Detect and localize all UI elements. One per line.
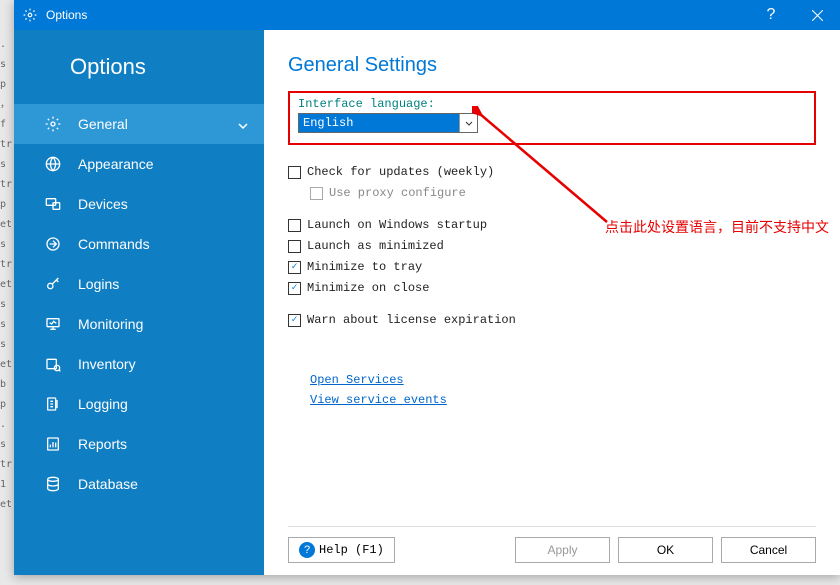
check-label: Minimize to tray	[307, 260, 422, 274]
sidebar-item-reports[interactable]: Reports	[14, 424, 264, 464]
ok-button[interactable]: OK	[618, 537, 713, 563]
checkbox-icon	[288, 240, 301, 253]
sidebar-item-monitoring[interactable]: Monitoring	[14, 304, 264, 344]
view-events-link[interactable]: View service events	[310, 393, 816, 407]
check-label: Minimize on close	[307, 281, 429, 295]
key-icon	[44, 275, 62, 293]
help-titlebar-button[interactable]: ?	[748, 0, 794, 30]
checkboxes-group-3: ✓ Warn about license expiration	[288, 313, 816, 327]
chevron-down-icon	[238, 116, 248, 132]
check-tray[interactable]: ✓ Minimize to tray	[288, 260, 816, 274]
checkboxes-group-1: Check for updates (weekly) Use proxy con…	[288, 165, 816, 200]
sidebar-item-logins[interactable]: Logins	[14, 264, 264, 304]
sidebar-item-label: Logging	[78, 396, 128, 412]
sidebar-item-devices[interactable]: Devices	[14, 184, 264, 224]
sidebar-item-label: Logins	[78, 276, 119, 292]
gear-icon	[44, 115, 62, 133]
sidebar-item-label: Appearance	[78, 156, 154, 172]
help-icon: ?	[299, 542, 315, 558]
sidebar-item-label: Commands	[78, 236, 150, 252]
help-label: Help (F1)	[319, 543, 384, 557]
options-window: Options ? Options General Appearance Dev…	[14, 0, 840, 575]
help-button[interactable]: ? Help (F1)	[288, 537, 395, 563]
language-highlight-box: Interface language: English	[288, 91, 816, 145]
check-label: Launch on Windows startup	[307, 218, 487, 232]
sidebar-item-database[interactable]: Database	[14, 464, 264, 504]
monitor-icon	[44, 315, 62, 333]
devices-icon	[44, 195, 62, 213]
close-button[interactable]	[794, 0, 840, 30]
sidebar: Options General Appearance Devices Comma…	[14, 30, 264, 575]
titlebar-title: Options	[46, 8, 748, 22]
sidebar-item-label: General	[78, 116, 128, 132]
sidebar-item-label: Monitoring	[78, 316, 143, 332]
commands-icon	[44, 235, 62, 253]
background-partial-text: .sp，ftrstrpetstretsssetbp.str1et	[0, 35, 14, 515]
checkbox-checked-icon: ✓	[288, 314, 301, 327]
app-icon	[22, 7, 38, 23]
check-updates[interactable]: Check for updates (weekly)	[288, 165, 816, 179]
open-services-link[interactable]: Open Services	[310, 373, 816, 387]
page-title: General Settings	[288, 54, 816, 77]
database-icon	[44, 475, 62, 493]
check-label: Warn about license expiration	[307, 313, 516, 327]
language-select[interactable]: English	[298, 113, 478, 133]
checkbox-checked-icon: ✓	[288, 282, 301, 295]
check-label: Launch as minimized	[307, 239, 444, 253]
sidebar-item-label: Reports	[78, 436, 127, 452]
checkbox-icon	[288, 219, 301, 232]
check-proxy: Use proxy configure	[310, 186, 816, 200]
sidebar-item-label: Inventory	[78, 356, 136, 372]
dropdown-arrow-icon	[459, 114, 477, 132]
sidebar-item-logging[interactable]: Logging	[14, 384, 264, 424]
check-label: Use proxy configure	[329, 186, 466, 200]
check-license[interactable]: ✓ Warn about license expiration	[288, 313, 816, 327]
checkbox-icon	[288, 166, 301, 179]
check-label: Check for updates (weekly)	[307, 165, 494, 179]
apply-button[interactable]: Apply	[515, 537, 610, 563]
content-panel: General Settings Interface language: Eng…	[264, 30, 840, 575]
language-label: Interface language:	[298, 97, 806, 111]
sidebar-item-general[interactable]: General	[14, 104, 264, 144]
checkbox-icon	[310, 187, 323, 200]
sidebar-item-appearance[interactable]: Appearance	[14, 144, 264, 184]
annotation-text: 点击此处设置语言，目前不支持中文	[605, 218, 840, 238]
cancel-button[interactable]: Cancel	[721, 537, 816, 563]
sidebar-item-label: Devices	[78, 196, 128, 212]
check-minimized[interactable]: Launch as minimized	[288, 239, 816, 253]
logging-icon	[44, 395, 62, 413]
titlebar: Options ?	[14, 0, 840, 30]
sidebar-item-inventory[interactable]: Inventory	[14, 344, 264, 384]
sidebar-item-commands[interactable]: Commands	[14, 224, 264, 264]
language-value: English	[299, 114, 459, 132]
sidebar-item-label: Database	[78, 476, 138, 492]
sidebar-title: Options	[14, 30, 264, 104]
globe-icon	[44, 155, 62, 173]
inventory-icon	[44, 355, 62, 373]
reports-icon	[44, 435, 62, 453]
check-close[interactable]: ✓ Minimize on close	[288, 281, 816, 295]
links-group: Open Services View service events	[310, 373, 816, 407]
checkbox-checked-icon: ✓	[288, 261, 301, 274]
footer: ? Help (F1) Apply OK Cancel	[288, 526, 816, 563]
